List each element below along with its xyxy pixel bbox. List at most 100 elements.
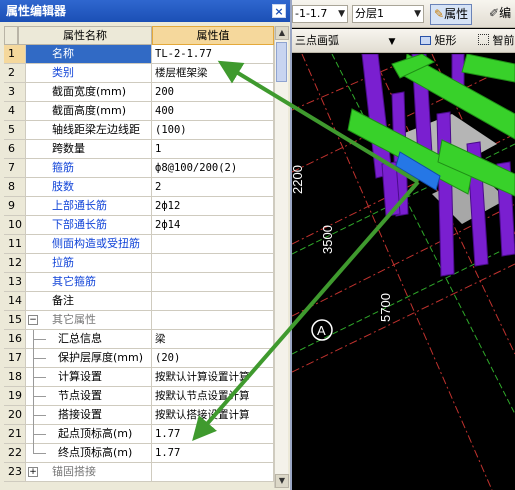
property-row[interactable]: 20 搭接设置 按默认搭接设置计算 bbox=[4, 406, 274, 425]
property-row[interactable]: 18 计算设置 按默认计算设置计算 bbox=[4, 368, 274, 387]
tree-connector bbox=[33, 425, 34, 444]
property-value[interactable]: ф8@100/200(2) bbox=[152, 159, 274, 178]
property-row[interactable]: 5 轴线距梁左边线距 (100) bbox=[4, 121, 274, 140]
property-row[interactable]: 14 备注 bbox=[4, 292, 274, 311]
property-row[interactable]: 15 其它属性 − bbox=[4, 311, 274, 330]
property-value[interactable]: 2ф14 bbox=[152, 216, 274, 235]
property-value[interactable]: 楼层框架梁 bbox=[152, 64, 274, 83]
property-name[interactable]: 箍筋 bbox=[26, 159, 152, 178]
property-name[interactable]: 截面宽度(mm) bbox=[26, 83, 152, 102]
axis-combo[interactable]: -1-1.7 ▼ bbox=[292, 5, 348, 23]
collapse-icon[interactable]: − bbox=[28, 315, 38, 325]
property-value[interactable]: 200 bbox=[152, 83, 274, 102]
property-value[interactable]: (20) bbox=[152, 349, 274, 368]
property-row[interactable]: 8 肢数 2 bbox=[4, 178, 274, 197]
tree-connector bbox=[34, 434, 46, 435]
property-row[interactable]: 17 保护层厚度(mm) (20) bbox=[4, 349, 274, 368]
tree-connector bbox=[33, 349, 34, 368]
property-name[interactable]: 类别 bbox=[26, 64, 152, 83]
row-number: 7 bbox=[4, 159, 26, 178]
smart-button[interactable]: 智前 bbox=[478, 34, 515, 48]
property-value[interactable]: 1 bbox=[152, 140, 274, 159]
property-row[interactable]: 22 终点顶标高(m) 1.77 bbox=[4, 444, 274, 463]
3d-viewport[interactable]: 3500 5700 2200 A bbox=[292, 54, 515, 490]
property-row[interactable]: 3 截面宽度(mm) 200 bbox=[4, 83, 274, 102]
row-number: 21 bbox=[4, 425, 26, 444]
property-row[interactable]: 1 名称 TL-2-1.77 bbox=[4, 45, 274, 64]
row-number: 10 bbox=[4, 216, 26, 235]
vertical-scrollbar[interactable]: ▲ ▼ bbox=[274, 26, 289, 488]
property-name[interactable]: 上部通长筋 bbox=[26, 197, 152, 216]
property-name[interactable]: 备注 bbox=[26, 292, 152, 311]
property-value[interactable]: 400 bbox=[152, 102, 274, 121]
property-name[interactable]: 轴线距梁左边线距 bbox=[26, 121, 152, 140]
property-value[interactable]: 按默认搭接设置计算 bbox=[152, 406, 274, 425]
axis-bubble-label: A bbox=[317, 323, 326, 338]
property-value[interactable] bbox=[152, 254, 274, 273]
pencil-icon: ✐ bbox=[489, 6, 500, 20]
row-number: 9 bbox=[4, 197, 26, 216]
scroll-up-icon[interactable]: ▲ bbox=[275, 26, 289, 40]
property-name[interactable]: 锚固搭接 bbox=[26, 463, 152, 482]
property-name[interactable]: 肢数 bbox=[26, 178, 152, 197]
property-row[interactable]: 10 下部通长筋 2ф14 bbox=[4, 216, 274, 235]
rect-button[interactable]: 矩形 bbox=[420, 34, 457, 48]
property-name[interactable]: 其它箍筋 bbox=[26, 273, 152, 292]
property-value[interactable]: 1.77 bbox=[152, 425, 274, 444]
property-row[interactable]: 4 截面高度(mm) 400 bbox=[4, 102, 274, 121]
property-value[interactable]: 2 bbox=[152, 178, 274, 197]
property-name[interactable]: 其它属性 bbox=[26, 311, 152, 330]
property-value[interactable] bbox=[152, 292, 274, 311]
viewport-scene: 3500 5700 2200 A bbox=[292, 54, 515, 490]
header-name-column[interactable]: 属性名称 bbox=[18, 26, 152, 45]
property-value[interactable]: 梁 bbox=[152, 330, 274, 349]
property-row[interactable]: 7 箍筋 ф8@100/200(2) bbox=[4, 159, 274, 178]
property-row[interactable]: 21 起点顶标高(m) 1.77 bbox=[4, 425, 274, 444]
property-row[interactable]: 6 跨数量 1 bbox=[4, 140, 274, 159]
property-row[interactable]: 16 汇总信息梁 bbox=[4, 330, 274, 349]
dimension-label-3500: 3500 bbox=[320, 225, 335, 254]
arc-mode-combo[interactable]: 三点画弧 ▼ bbox=[295, 34, 395, 49]
property-name[interactable]: 跨数量 bbox=[26, 140, 152, 159]
property-value[interactable] bbox=[152, 311, 274, 330]
property-name[interactable]: 名称 bbox=[26, 45, 152, 64]
property-row[interactable]: 2 类别 楼层框架梁 bbox=[4, 64, 274, 83]
property-value[interactable]: 按默认计算设置计算 bbox=[152, 368, 274, 387]
property-value[interactable] bbox=[152, 463, 274, 482]
edit-button-label: 编 bbox=[499, 6, 512, 20]
property-name[interactable]: 拉筋 bbox=[26, 254, 152, 273]
edit-button[interactable]: ✐编 bbox=[486, 4, 514, 25]
header-value-column[interactable]: 属性值 bbox=[152, 26, 274, 45]
dimension-label-5700: 5700 bbox=[378, 293, 393, 322]
property-row[interactable]: 19 节点设置 按默认节点设置计算 bbox=[4, 387, 274, 406]
property-row[interactable]: 23 锚固搭接 + bbox=[4, 463, 274, 482]
tree-connector bbox=[34, 453, 46, 454]
property-value[interactable] bbox=[152, 235, 274, 254]
expand-icon[interactable]: + bbox=[28, 467, 38, 477]
property-name[interactable]: 下部通长筋 bbox=[26, 216, 152, 235]
row-number: 15 bbox=[4, 311, 26, 330]
property-value[interactable]: 2ф12 bbox=[152, 197, 274, 216]
scroll-down-icon[interactable]: ▼ bbox=[275, 474, 289, 488]
property-value[interactable]: 1.77 bbox=[152, 444, 274, 463]
property-row[interactable]: 11 侧面构造或受扭筋 bbox=[4, 235, 274, 254]
properties-button[interactable]: ✎属性 bbox=[430, 4, 473, 25]
floor-combo[interactable]: 分层1 ▼ bbox=[352, 5, 424, 23]
property-row[interactable]: 13 其它箍筋 bbox=[4, 273, 274, 292]
panel-titlebar[interactable]: 属性编辑器 × bbox=[0, 0, 290, 22]
chevron-down-icon: ▼ bbox=[388, 37, 396, 47]
property-name[interactable]: 截面高度(mm) bbox=[26, 102, 152, 121]
panel-title: 属性编辑器 bbox=[6, 4, 67, 18]
property-value[interactable]: 按默认节点设置计算 bbox=[152, 387, 274, 406]
tree-connector bbox=[33, 330, 34, 349]
property-name[interactable]: 侧面构造或受扭筋 bbox=[26, 235, 152, 254]
properties-icon: ✎ bbox=[434, 7, 445, 21]
close-icon[interactable]: × bbox=[272, 4, 286, 18]
property-value[interactable]: (100) bbox=[152, 121, 274, 140]
property-value[interactable] bbox=[152, 273, 274, 292]
property-value[interactable]: TL-2-1.77 bbox=[152, 45, 274, 64]
property-row[interactable]: 12 拉筋 bbox=[4, 254, 274, 273]
floor-combo-value: 分层1 bbox=[355, 7, 384, 20]
scroll-thumb[interactable] bbox=[276, 42, 287, 82]
property-row[interactable]: 9 上部通长筋 2ф12 bbox=[4, 197, 274, 216]
